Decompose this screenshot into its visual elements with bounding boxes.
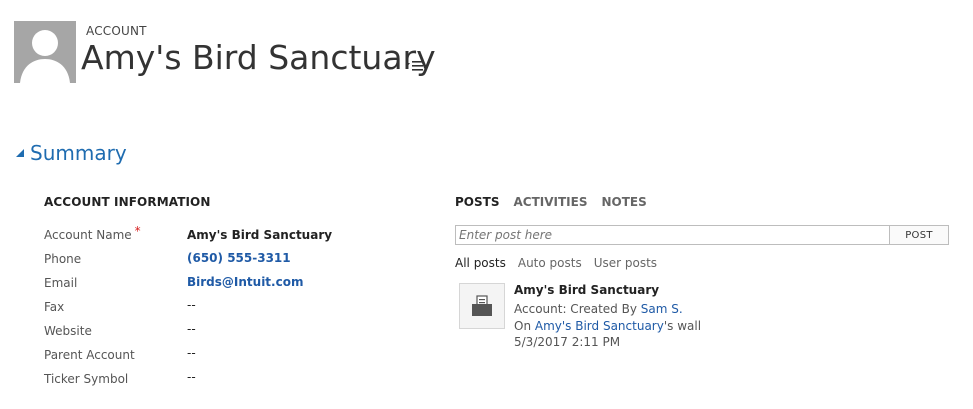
field-value-account-name[interactable]: Amy's Bird Sanctuary — [187, 228, 332, 242]
avatar — [14, 21, 76, 83]
filter-all-posts[interactable]: All posts — [455, 256, 506, 270]
field-value-fax[interactable]: -- — [187, 298, 196, 312]
post-entity-icon — [459, 283, 505, 329]
post-created-line: Account: Created By Sam S. — [514, 302, 683, 316]
field-label-ticker-symbol: Ticker Symbol — [44, 372, 129, 386]
field-label-email: Email — [44, 276, 78, 290]
phone-link[interactable]: (650) 555-3311 — [187, 251, 291, 265]
account-information-heading: ACCOUNT INFORMATION — [44, 195, 211, 209]
field-value-ticker-symbol[interactable]: -- — [187, 370, 196, 384]
post-filters: All posts Auto posts User posts — [455, 256, 657, 270]
field-label-website: Website — [44, 324, 92, 338]
created-by-link[interactable]: Sam S. — [641, 302, 683, 316]
field-label-phone: Phone — [44, 252, 82, 266]
email-link[interactable]: Birds@Intuit.com — [187, 275, 303, 289]
page-title: Amy's Bird Sanctuary — [81, 38, 436, 77]
field-label-fax: Fax — [44, 300, 65, 314]
summary-section-toggle[interactable]: Summary — [16, 141, 127, 165]
post-button[interactable]: POST — [889, 225, 949, 245]
person-silhouette-icon — [20, 30, 70, 83]
field-label-account-name: Account Name * — [44, 224, 141, 242]
summary-label: Summary — [30, 141, 127, 165]
social-tabs: POSTS ACTIVITIES NOTES — [455, 195, 647, 209]
post-timestamp: 5/3/2017 2:11 PM — [514, 335, 621, 349]
entity-type-label: ACCOUNT — [86, 24, 147, 38]
field-value-website[interactable]: -- — [187, 322, 196, 336]
tab-notes[interactable]: NOTES — [601, 195, 646, 209]
post-input[interactable] — [455, 225, 892, 245]
title-menu-icon[interactable] — [406, 58, 424, 72]
wall-account-link[interactable]: Amy's Bird Sanctuary — [535, 319, 664, 333]
tab-activities[interactable]: ACTIVITIES — [513, 195, 587, 209]
field-value-parent-account[interactable]: -- — [187, 346, 196, 360]
field-label-parent-account: Parent Account — [44, 348, 135, 362]
folder-document-icon — [472, 295, 492, 316]
filter-auto-posts[interactable]: Auto posts — [518, 256, 582, 270]
collapse-triangle-icon — [16, 149, 24, 157]
tab-posts[interactable]: POSTS — [455, 195, 499, 209]
post-wall-line: On Amy's Bird Sanctuary's wall — [514, 319, 702, 333]
post-title: Amy's Bird Sanctuary — [514, 283, 660, 297]
filter-user-posts[interactable]: User posts — [594, 256, 657, 270]
required-mark: * — [134, 224, 141, 238]
